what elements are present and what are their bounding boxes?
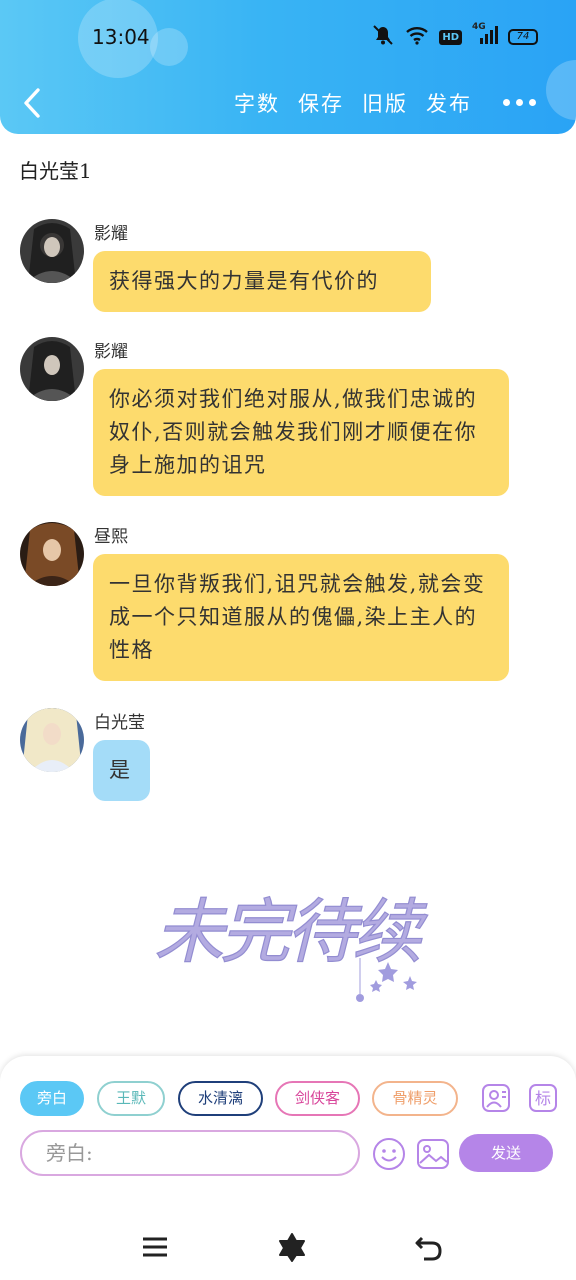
- publish-button[interactable]: 发布: [426, 88, 472, 118]
- image-icon[interactable]: [416, 1137, 450, 1171]
- wifi-icon: [405, 25, 429, 49]
- hd-icon: HD: [439, 29, 462, 45]
- avatar[interactable]: [20, 337, 84, 401]
- back-button[interactable]: [18, 86, 48, 120]
- contact-icon[interactable]: [481, 1083, 511, 1113]
- sender-name: 白光莹: [94, 713, 145, 733]
- sender-name: 影耀: [94, 224, 128, 244]
- word-count-button[interactable]: 字数: [234, 88, 280, 118]
- watermark-text: 未完待续: [154, 891, 428, 973]
- role-chip-narration[interactable]: 旁白: [20, 1081, 84, 1116]
- home-flower-icon[interactable]: [277, 1232, 307, 1262]
- save-button[interactable]: 保存: [298, 88, 344, 118]
- back-arrow-icon[interactable]: [414, 1232, 444, 1262]
- sender-name: 影耀: [94, 342, 128, 362]
- message-input[interactable]: 旁白:: [20, 1130, 360, 1176]
- send-button[interactable]: 发送: [459, 1134, 553, 1172]
- menu-icon[interactable]: [140, 1232, 170, 1262]
- message-bubble[interactable]: 是: [93, 740, 150, 801]
- more-options-icon[interactable]: [503, 99, 536, 106]
- role-chip-jianxiake[interactable]: 剑侠客: [275, 1081, 360, 1116]
- chevron-left-icon: [24, 88, 40, 118]
- to-be-continued-watermark: 未完待续: [148, 870, 433, 1010]
- app-header: 13:04 HD 4G 74 字数 保存 旧版 发布: [0, 0, 576, 134]
- status-time: 13:04: [92, 25, 150, 49]
- avatar[interactable]: [20, 708, 84, 772]
- message-bubble[interactable]: 获得强大的力量是有代价的: [93, 251, 431, 312]
- svg-text:标: 标: [535, 1089, 551, 1108]
- avatar[interactable]: [20, 219, 84, 283]
- chat-title: 白光莹1: [19, 159, 92, 183]
- tag-icon[interactable]: 标: [528, 1083, 558, 1113]
- message-bubble[interactable]: 一旦你背叛我们,诅咒就会触发,就会变成一个只知道服从的傀儡,染上主人的性格: [93, 554, 509, 681]
- avatar[interactable]: [20, 522, 84, 586]
- network-label: 4G: [472, 22, 486, 32]
- role-chip-shuiqingli[interactable]: 水清漓: [178, 1081, 263, 1116]
- signal-icon: 4G: [472, 22, 498, 49]
- status-icons: HD 4G 74: [371, 22, 538, 50]
- battery-icon: 74: [508, 29, 538, 45]
- role-chip-gujingling[interactable]: 骨精灵: [372, 1081, 458, 1116]
- decor-bubble: [150, 28, 188, 66]
- system-nav-bar: [0, 1210, 576, 1280]
- toolbar-actions: 字数 保存 旧版 发布: [234, 88, 472, 118]
- emoji-icon[interactable]: [372, 1137, 406, 1171]
- message-bubble[interactable]: 你必须对我们绝对服从,做我们忠诚的奴仆,否则就会触发我们刚才顺便在你身上施加的诅…: [93, 369, 509, 496]
- mute-icon: [371, 24, 395, 50]
- role-chip-wangmo[interactable]: 王默: [97, 1081, 165, 1116]
- old-version-button[interactable]: 旧版: [362, 88, 408, 118]
- sender-name: 昼熙: [94, 527, 128, 547]
- decor-bubble: [546, 60, 576, 120]
